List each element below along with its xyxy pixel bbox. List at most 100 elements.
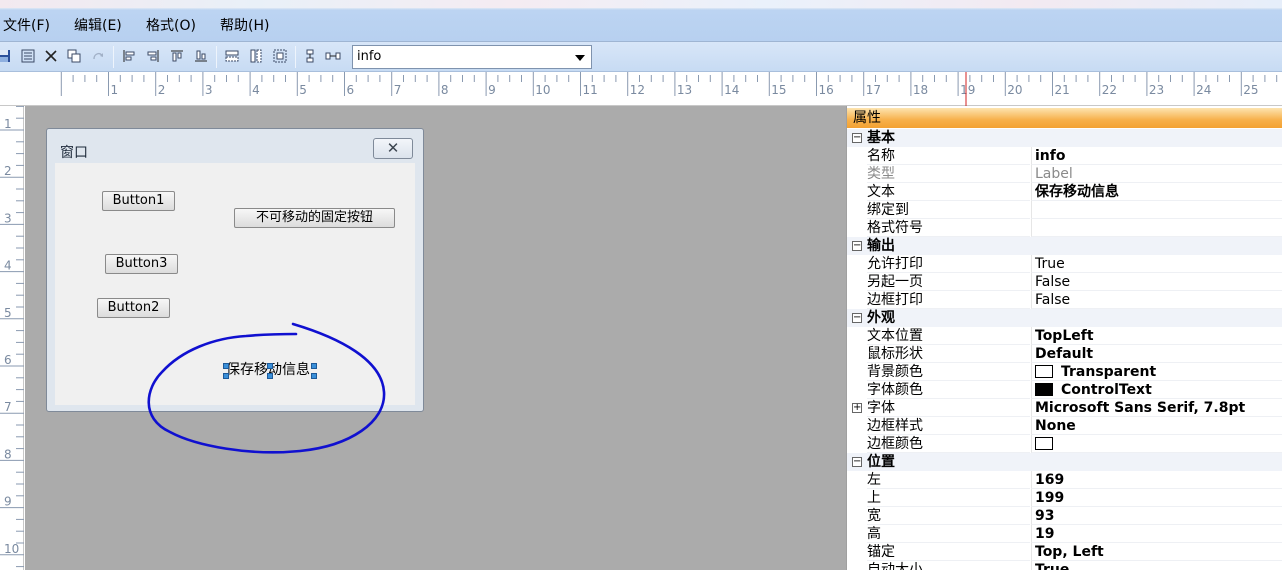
property-value[interactable]: Label <box>1031 165 1282 183</box>
property-category-label: 输出 <box>867 238 895 254</box>
property-category-appearance[interactable]: − 外观 <box>847 309 1282 327</box>
property-name: 文本 <box>867 183 1030 201</box>
property-row[interactable]: 格式符号 <box>847 219 1282 237</box>
property-value[interactable]: Top, Left <box>1031 543 1282 561</box>
button3[interactable]: Button3 <box>105 254 178 274</box>
property-row[interactable]: 名称 info <box>847 147 1282 165</box>
property-row[interactable]: 高 19 <box>847 525 1282 543</box>
property-row[interactable]: 锚定 Top, Left <box>847 543 1282 561</box>
property-name: 上 <box>867 489 1030 507</box>
property-row[interactable]: 文本位置 TopLeft <box>847 327 1282 345</box>
menu-help[interactable]: 帮助(H) <box>220 15 269 35</box>
property-category-position[interactable]: − 位置 <box>847 453 1282 471</box>
toolbar-separator <box>295 46 296 68</box>
ruler-number: 3 <box>205 83 213 97</box>
ruler-number: 20 <box>1007 83 1022 97</box>
resize-handle[interactable] <box>223 363 229 369</box>
resize-handle[interactable] <box>311 373 317 379</box>
button1[interactable]: Button1 <box>102 191 175 211</box>
property-value[interactable] <box>1031 201 1282 219</box>
property-row[interactable]: + 字体 Microsoft Sans Serif, 7.8pt <box>847 399 1282 417</box>
property-name: 鼠标形状 <box>867 345 1030 363</box>
property-row[interactable]: 边框样式 None <box>847 417 1282 435</box>
chevron-down-icon[interactable] <box>575 55 585 61</box>
ruler-number: 16 <box>819 83 834 97</box>
same-height-icon[interactable] <box>248 48 264 64</box>
property-value[interactable]: None <box>1031 417 1282 435</box>
property-row[interactable]: 允许打印 True <box>847 255 1282 273</box>
property-row[interactable]: 背景颜色 Transparent <box>847 363 1282 381</box>
resize-handle[interactable] <box>267 373 273 379</box>
property-row[interactable]: 边框颜色 <box>847 435 1282 453</box>
horizontal-spacing-icon[interactable] <box>325 48 341 64</box>
property-row[interactable]: 字体颜色 ControlText <box>847 381 1282 399</box>
fixed-button[interactable]: 不可移动的固定按钮 <box>234 208 395 228</box>
property-value[interactable]: ControlText <box>1031 381 1282 399</box>
save-icon[interactable] <box>0 48 12 64</box>
property-value[interactable]: Default <box>1031 345 1282 363</box>
collapse-icon[interactable]: − <box>852 133 862 143</box>
property-value[interactable]: False <box>1031 291 1282 309</box>
align-left-icon[interactable] <box>121 48 137 64</box>
button2[interactable]: Button2 <box>97 298 170 318</box>
align-bottom-icon[interactable] <box>193 48 209 64</box>
menu-edit[interactable]: 编辑(E) <box>74 15 122 35</box>
property-category-label: 外观 <box>867 310 895 326</box>
property-row[interactable]: 文本 保存移动信息 <box>847 183 1282 201</box>
property-row[interactable]: 另起一页 False <box>847 273 1282 291</box>
resize-handle[interactable] <box>311 363 317 369</box>
property-value[interactable]: True <box>1031 255 1282 273</box>
property-name: 边框颜色 <box>867 435 1030 453</box>
property-row[interactable]: 边框打印 False <box>847 291 1282 309</box>
align-top-icon[interactable] <box>169 48 185 64</box>
ruler-number: 8 <box>441 83 449 97</box>
color-name: Transparent <box>1061 364 1157 380</box>
property-row[interactable]: 自动大小 True <box>847 561 1282 570</box>
property-value[interactable]: info <box>1031 147 1282 165</box>
resize-handle[interactable] <box>267 363 273 369</box>
toolbar: info <box>0 42 1282 72</box>
property-row[interactable]: 绑定到 <box>847 201 1282 219</box>
collapse-icon[interactable]: − <box>852 313 862 323</box>
horizontal-ruler-ticks: 1 2 3 4 5 6 7 8 9 10 11 12 13 14 15 16 17 18 19 20 21 22 23 24 2… <box>60 72 1278 106</box>
property-value[interactable] <box>1031 435 1282 453</box>
property-row[interactable]: 鼠标形状 Default <box>847 345 1282 363</box>
property-value[interactable]: True <box>1031 561 1282 570</box>
property-value[interactable]: TopLeft <box>1031 327 1282 345</box>
same-size-icon[interactable] <box>272 48 288 64</box>
color-name: ControlText <box>1061 382 1152 398</box>
list-icon[interactable] <box>20 48 36 64</box>
copy-icon[interactable] <box>66 48 82 64</box>
property-value[interactable]: 93 <box>1031 507 1282 525</box>
property-value[interactable]: 保存移动信息 <box>1031 183 1282 201</box>
resize-handle[interactable] <box>223 373 229 379</box>
ruler-number: 8 <box>4 447 12 461</box>
property-category-output[interactable]: − 输出 <box>847 237 1282 255</box>
menu-format[interactable]: 格式(O) <box>146 15 196 35</box>
property-category-basic[interactable]: − 基本 <box>847 129 1282 147</box>
property-value[interactable]: Transparent <box>1031 363 1282 381</box>
property-value[interactable]: Microsoft Sans Serif, 7.8pt <box>1031 399 1282 417</box>
property-row[interactable]: 左 169 <box>847 471 1282 489</box>
close-icon[interactable]: ✕ <box>373 138 413 159</box>
control-selector-combo[interactable]: info <box>352 45 592 69</box>
property-value[interactable]: 169 <box>1031 471 1282 489</box>
property-value[interactable]: False <box>1031 273 1282 291</box>
property-row[interactable]: 类型 Label <box>847 165 1282 183</box>
vertical-spacing-icon[interactable] <box>302 48 318 64</box>
collapse-icon[interactable]: − <box>852 241 862 251</box>
property-row[interactable]: 宽 93 <box>847 507 1282 525</box>
property-value[interactable]: 19 <box>1031 525 1282 543</box>
menu-bar: 文件(F) 编辑(E) 格式(O) 帮助(H) <box>0 0 1282 42</box>
property-row[interactable]: 上 199 <box>847 489 1282 507</box>
property-value[interactable]: 199 <box>1031 489 1282 507</box>
redo-icon[interactable] <box>90 48 106 64</box>
delete-icon[interactable] <box>43 48 59 64</box>
collapse-icon[interactable]: − <box>852 457 862 467</box>
align-right-icon[interactable] <box>145 48 161 64</box>
menu-file[interactable]: 文件(F) <box>3 15 50 35</box>
expand-icon[interactable]: + <box>852 403 862 413</box>
property-value[interactable] <box>1031 219 1282 237</box>
same-width-icon[interactable] <box>224 48 240 64</box>
ruler-number: 1 <box>4 117 12 131</box>
